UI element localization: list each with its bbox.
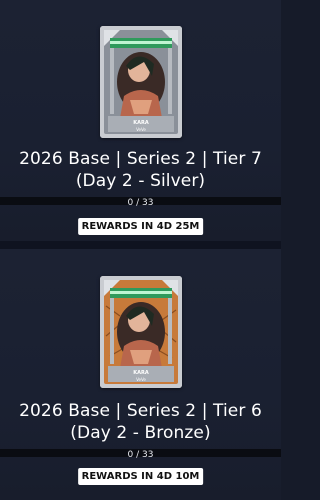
card-divider bbox=[0, 241, 281, 249]
card-thumbnail[interactable]: KARA VeVe bbox=[100, 276, 182, 388]
set-title: 2026 Base | Series 2 | Tier 7 (Day 2 - S… bbox=[19, 149, 262, 191]
progress-count: 0 / 33 bbox=[127, 450, 154, 460]
card-name: KARA bbox=[133, 120, 149, 126]
card-artwork-bronze: KARA VeVe bbox=[100, 276, 182, 388]
set-title: 2026 Base | Series 2 | Tier 6 (Day 2 - B… bbox=[19, 401, 262, 443]
progress-count: 0 / 33 bbox=[127, 198, 154, 208]
collection-feed: KARA VeVe 2026 Base | Series 2 | Tier 7 … bbox=[0, 0, 281, 500]
rewards-countdown-button[interactable]: REWARDS IN 4D 10M bbox=[77, 468, 204, 485]
set-card-bronze[interactable]: KARA VeVe 2026 Base | Series 2 | Tier 6 … bbox=[0, 249, 281, 500]
card-brand-logo: VeVe bbox=[136, 377, 146, 382]
card-brand-logo: VeVe bbox=[136, 127, 146, 132]
card-artwork-silver: KARA VeVe bbox=[100, 26, 182, 138]
card-thumbnail[interactable]: KARA VeVe bbox=[100, 26, 182, 138]
rewards-countdown-button[interactable]: REWARDS IN 4D 25M bbox=[77, 218, 204, 235]
card-name: KARA bbox=[133, 370, 149, 376]
set-card-silver[interactable]: KARA VeVe 2026 Base | Series 2 | Tier 7 … bbox=[0, 0, 281, 241]
